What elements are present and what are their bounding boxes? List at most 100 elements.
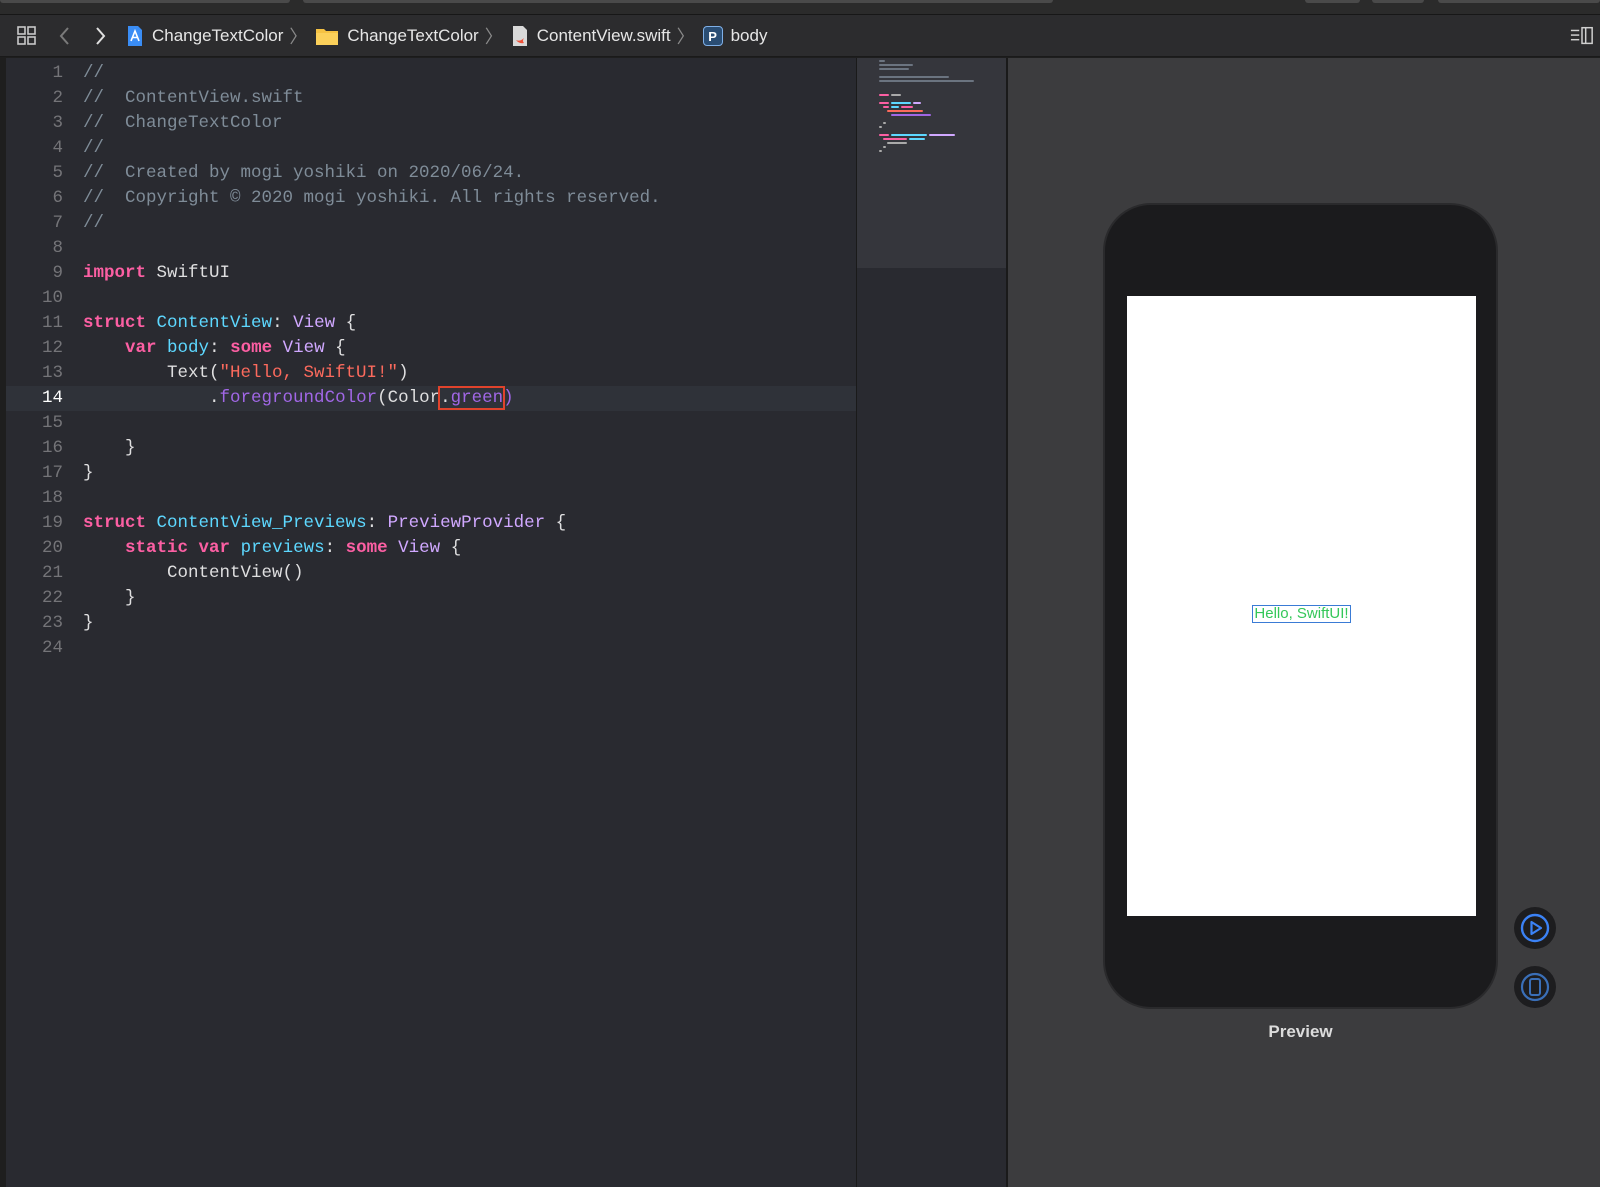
grid-icon [17, 26, 36, 45]
minimap-line [879, 80, 974, 82]
punctuation: ) [503, 388, 514, 408]
breadcrumb-file-label: ContentView.swift [536, 26, 671, 45]
minimap-line [883, 146, 886, 148]
breadcrumb-file[interactable]: ContentView.swift [511, 25, 671, 47]
minimap-visible-region[interactable] [857, 58, 1007, 268]
comment: // [83, 138, 105, 158]
minimap-line [891, 106, 899, 108]
related-items-button[interactable] [15, 24, 39, 48]
breadcrumb-project-label: ChangeTextColor [152, 26, 284, 45]
keyword: struct [83, 513, 147, 533]
code-line[interactable]: 19 struct ContentView_Previews: PreviewPr… [6, 511, 856, 536]
module-name: SwiftUI [156, 263, 231, 283]
code-line[interactable]: 4 // [6, 136, 856, 161]
code-line[interactable]: 1 // [6, 61, 856, 86]
line-number: 12 [41, 338, 63, 358]
type-name: View [293, 313, 336, 333]
code-line[interactable]: 6 // Copyright © 2020 mogi yoshiki. All r… [6, 186, 856, 211]
minimap-line [891, 94, 901, 96]
code-line[interactable]: 9 import SwiftUI [6, 261, 856, 286]
line-number: 23 [41, 613, 63, 633]
type-name: View [282, 338, 325, 358]
line-number: 13 [41, 363, 63, 383]
line-number: 4 [52, 138, 63, 158]
back-button[interactable] [53, 24, 77, 48]
code-line[interactable]: 2 // ContentView.swift [6, 86, 856, 111]
line-number: 1 [52, 63, 63, 83]
preview-on-device-button[interactable] [1514, 966, 1556, 1008]
minimap-line [879, 76, 949, 78]
project-file-icon [126, 25, 144, 47]
live-preview-button[interactable] [1514, 907, 1556, 949]
code-line[interactable]: 15 [6, 411, 856, 436]
line-number: 16 [41, 438, 63, 458]
code-line[interactable]: 17} [6, 461, 856, 486]
code-line[interactable]: 23} [6, 611, 856, 636]
preview-hello-text[interactable]: Hello, SwiftUI! [1252, 605, 1351, 623]
line-number: 2 [52, 88, 63, 108]
code-line[interactable]: 5 // Created by mogi yoshiki on 2020/06/2… [6, 161, 856, 186]
line-number: 8 [52, 238, 63, 258]
code-line[interactable]: 21 ContentView() [6, 561, 856, 586]
type-name: ContentView_Previews [156, 513, 367, 533]
code-line[interactable]: 16 } [6, 436, 856, 461]
line-number: 17 [41, 463, 63, 483]
line-number: 11 [41, 313, 63, 333]
keyword: some [230, 338, 273, 358]
tab-indicator [1372, 0, 1424, 3]
breadcrumb-project[interactable]: ChangeTextColor [126, 25, 283, 47]
minimap-line [879, 68, 909, 70]
tab-indicator [303, 0, 1053, 3]
line-number: 15 [41, 413, 63, 433]
preview-device-icon [1520, 972, 1550, 1002]
punctuation: : [366, 513, 378, 533]
function-call: Text( [167, 363, 220, 383]
line-number: 24 [41, 638, 63, 658]
forward-button[interactable] [88, 24, 112, 48]
code-line[interactable]: 3 // ChangeTextColor [6, 111, 856, 136]
line-number: 3 [52, 113, 63, 133]
inspector-toggle-icon [1570, 26, 1593, 45]
breadcrumb-group[interactable]: ChangeTextColor [315, 26, 479, 46]
minimap-line [879, 94, 889, 96]
punctuation: { [335, 338, 346, 358]
line-number: 14 [41, 388, 63, 408]
punctuation: } [83, 463, 94, 483]
comment: // [83, 63, 105, 83]
code-line[interactable]: 10 [6, 286, 856, 311]
code-line[interactable]: 13 Text("Hello, SwiftUI!") [6, 361, 856, 386]
minimap-line [891, 102, 911, 104]
code-line[interactable]: 20 static var previews: some View { [6, 536, 856, 561]
keyword: import [83, 263, 147, 283]
code-line-current[interactable]: 14 .foregroundColor(Color.green) [6, 386, 856, 411]
code-line[interactable]: 8 [6, 236, 856, 261]
punctuation: { [555, 513, 567, 533]
minimap[interactable] [856, 58, 1007, 1187]
breadcrumb-symbol[interactable]: P body [702, 26, 768, 46]
minimap-line [879, 102, 889, 104]
minimap-line [901, 106, 913, 108]
code-line[interactable]: 7 // [6, 211, 856, 236]
code-line[interactable]: 11 struct ContentView: View { [6, 311, 856, 336]
comment: // ContentView.swift [83, 88, 304, 108]
highlighted-color-value: green [450, 388, 504, 408]
string-literal: "Hello, SwiftUI!" [219, 363, 399, 383]
code-line[interactable]: 18 [6, 486, 856, 511]
line-number: 9 [52, 263, 63, 283]
jump-bar: ChangeTextColor 〉 ChangeTextColor 〉 Cont… [0, 15, 1600, 57]
breadcrumb-separator: 〉 [484, 27, 503, 47]
code-line[interactable]: 24 [6, 636, 856, 661]
source-editor[interactable]: 1 // 2 // ContentView.swift 3 // ChangeText… [6, 58, 856, 1187]
breadcrumb-symbol-label: body [730, 26, 768, 45]
punctuation: } [83, 613, 94, 633]
keyword: static [125, 538, 189, 558]
tab-indicator [0, 0, 290, 3]
code-line[interactable]: 22 } [6, 586, 856, 611]
inspector-toggle-button[interactable] [1570, 24, 1594, 48]
code-line[interactable]: 12 var body: some View { [6, 336, 856, 361]
keyword: some [345, 538, 388, 558]
punctuation: : [272, 313, 283, 333]
punctuation: { [450, 538, 462, 558]
punctuation: : [324, 538, 336, 558]
breadcrumb: ChangeTextColor 〉 ChangeTextColor 〉 Cont… [126, 15, 767, 57]
